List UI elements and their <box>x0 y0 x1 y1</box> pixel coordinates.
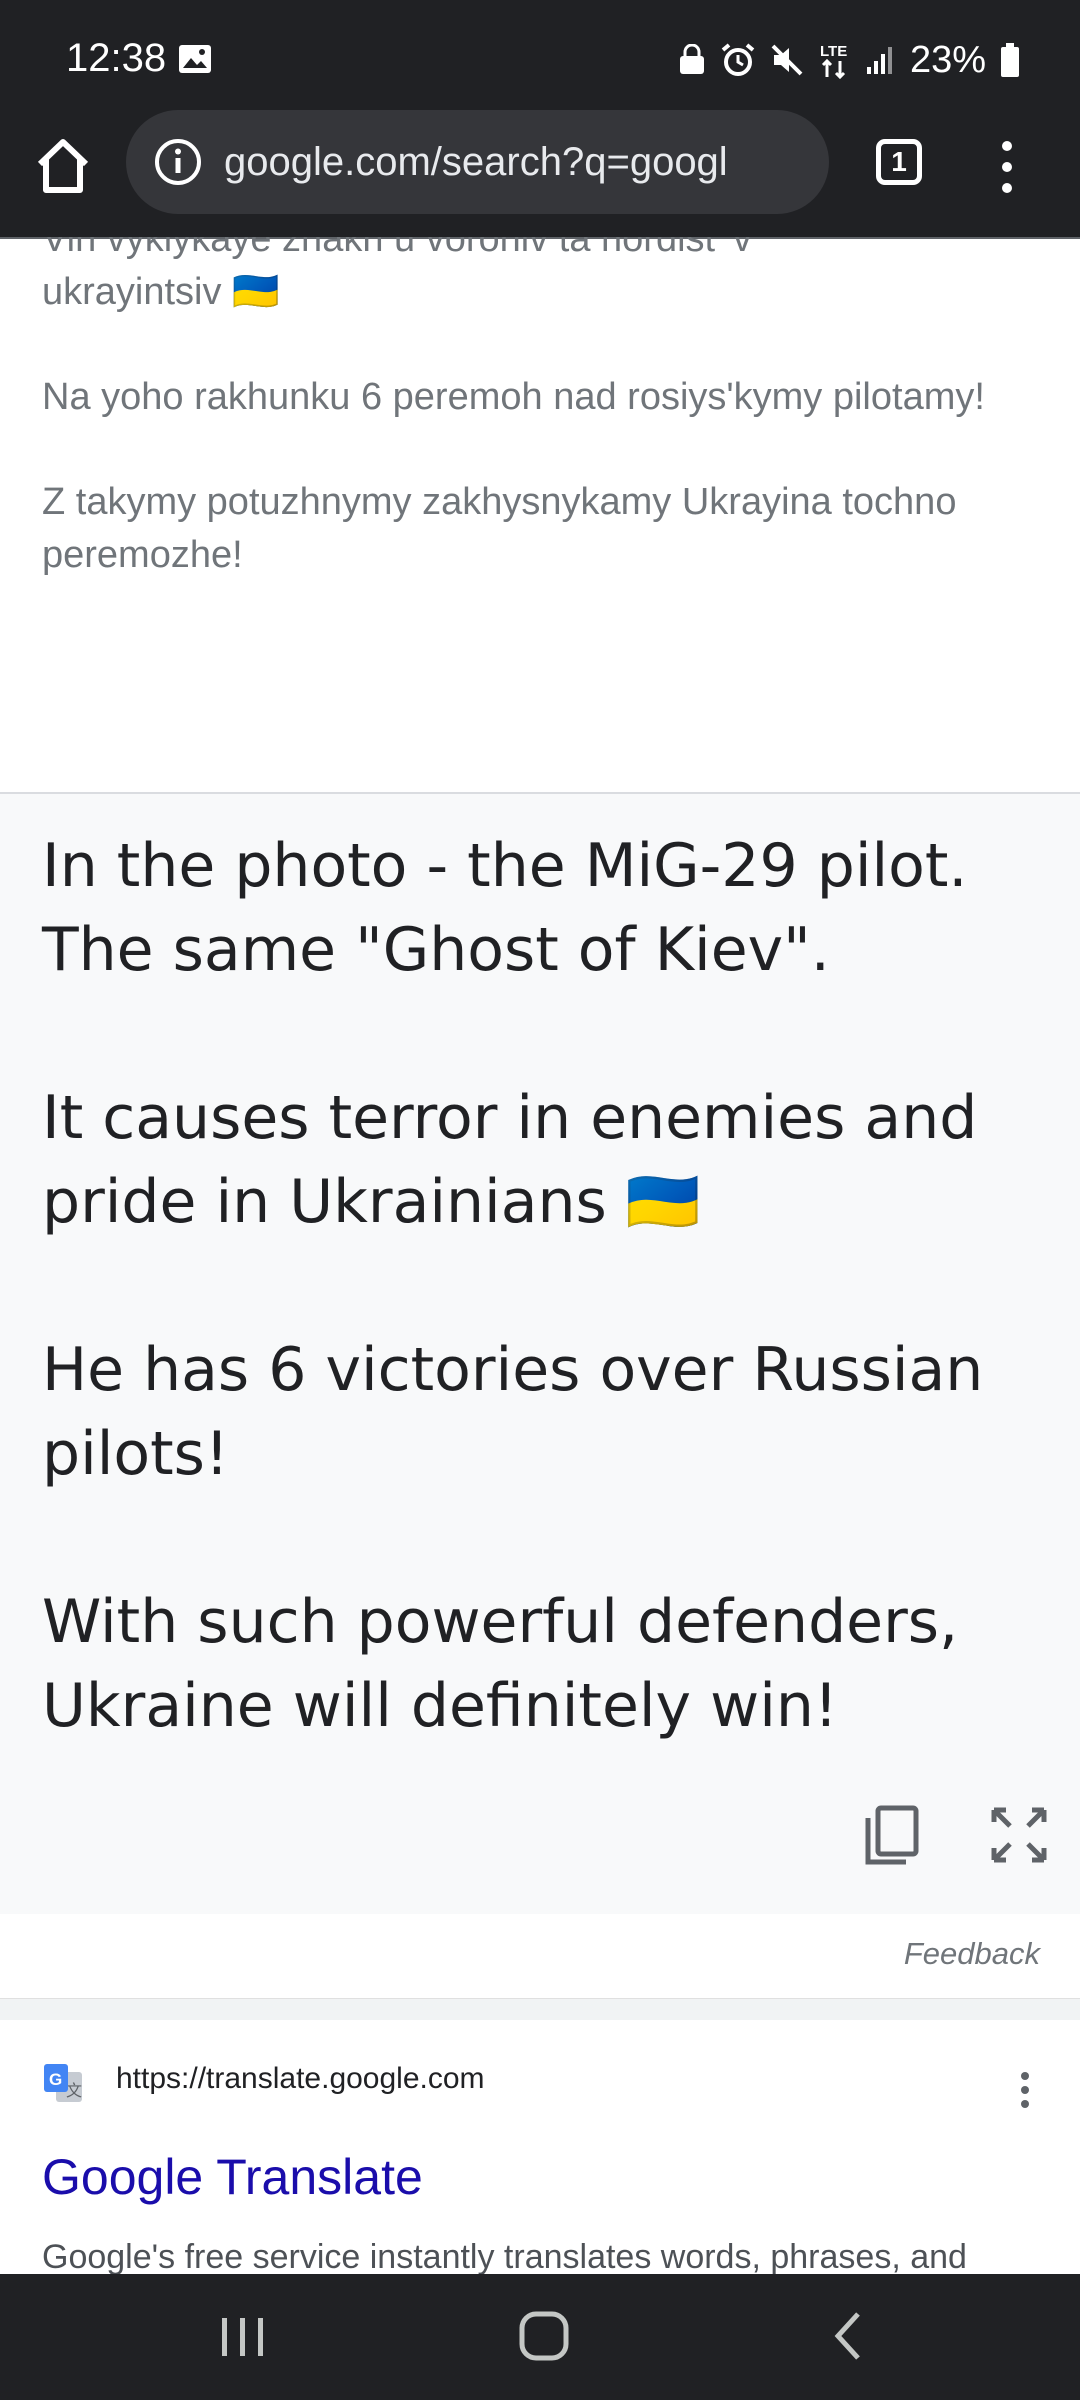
copy-icon[interactable] <box>862 1804 922 1870</box>
original-text-panel: Vin vyklykaye zhakh u vorohiv ta hordist… <box>0 237 1080 792</box>
lte-icon: LTE <box>820 43 847 79</box>
url-text[interactable]: google.com/search?q=googl <box>224 140 804 185</box>
feedback-row: Feedback <box>0 1914 1080 1998</box>
lock-saver-icon <box>679 44 704 74</box>
section-divider <box>0 1998 1080 2021</box>
gallery-notification-icon <box>179 45 211 73</box>
status-bar: 12:38 LTE 23% <box>0 0 1080 110</box>
battery-icon <box>1001 43 1019 77</box>
translation-paragraph: It causes terror in enemies and pride in… <box>42 1083 978 1237</box>
original-paragraph: Z takymy potuzhnymy zakhysnykamy Ukrayin… <box>42 481 957 576</box>
translation-paragraph: He has 6 victories over Russian pilots! <box>42 1335 984 1489</box>
fullscreen-icon[interactable] <box>990 1806 1048 1864</box>
search-result: 文 G https://translate.google.com Google … <box>0 2020 1080 2274</box>
battery-percent: 23% <box>909 38 986 81</box>
original-text: Vin vyklykaye zhakh u vorohiv ta hordist… <box>42 237 1042 634</box>
info-icon[interactable] <box>154 138 202 186</box>
recents-icon[interactable] <box>218 2314 268 2360</box>
result-more-icon[interactable] <box>1016 2070 1034 2110</box>
status-icons: LTE 23% <box>678 36 1020 84</box>
result-title-link[interactable]: Google Translate <box>42 2148 423 2206</box>
more-options-icon[interactable] <box>990 134 1024 200</box>
nav-home-icon[interactable] <box>518 2310 570 2362</box>
svg-text:G: G <box>49 2070 62 2089</box>
translation-paragraph: With such powerful defenders, Ukraine wi… <box>42 1587 959 1741</box>
feedback-link[interactable]: Feedback <box>904 1936 1040 1972</box>
tab-switcher-button[interactable]: 1 <box>876 139 922 185</box>
svg-text:文: 文 <box>66 2082 82 2100</box>
back-icon[interactable] <box>828 2310 868 2362</box>
translation-text[interactable]: In the photo - the MiG-29 pilot. The sam… <box>42 824 1052 1832</box>
result-url[interactable]: https://translate.google.com <box>116 2062 485 2096</box>
original-partial-line: Vin vyklykaye zhakh u vorohiv ta hordist… <box>42 237 752 260</box>
translation-paragraph: In the photo - the MiG-29 pilot. The sam… <box>42 831 968 985</box>
status-time: 12:38 <box>66 36 167 80</box>
home-icon[interactable] <box>30 134 96 200</box>
svg-text:LTE: LTE <box>820 43 847 60</box>
system-nav-bar <box>0 2274 1080 2400</box>
alarm-icon <box>721 43 755 76</box>
browser-toolbar: google.com/search?q=googl 1 <box>0 110 1080 239</box>
original-paragraph: ukrayintsiv 🇺🇦 <box>42 271 280 313</box>
result-snippet: Google's free service instantly translat… <box>42 2238 967 2274</box>
mute-icon <box>771 44 803 76</box>
google-translate-favicon: 文 G <box>44 2064 82 2102</box>
original-paragraph: Na yoho rakhunku 6 peremoh nad rosiysʹky… <box>42 376 985 418</box>
translation-panel: In the photo - the MiG-29 pilot. The sam… <box>0 792 1080 1918</box>
signal-icon <box>866 47 892 74</box>
address-bar[interactable]: google.com/search?q=googl <box>126 110 829 214</box>
